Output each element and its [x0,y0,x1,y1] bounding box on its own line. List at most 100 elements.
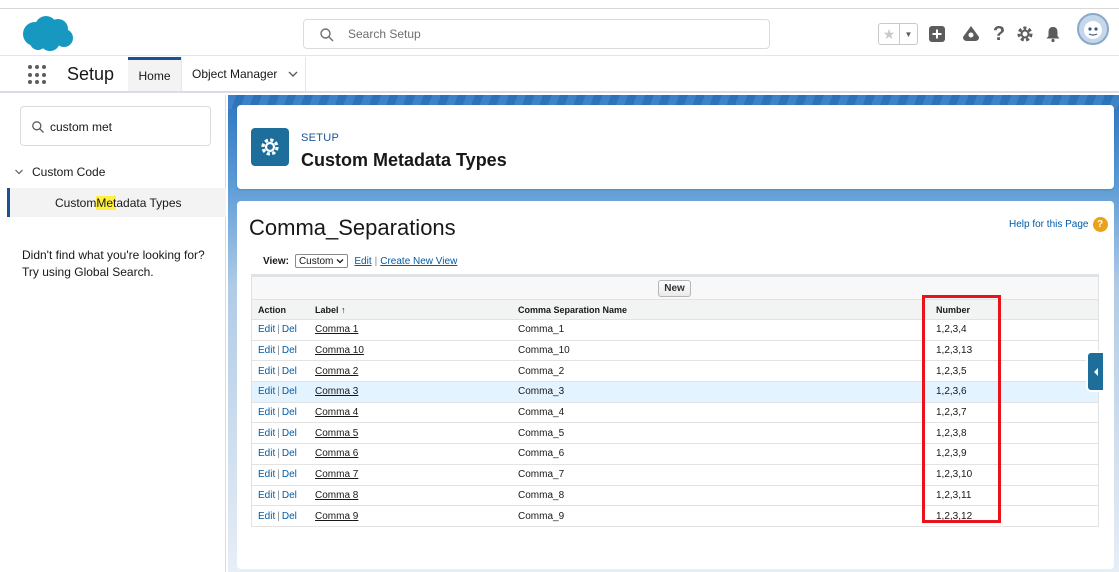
row-name-cell: Comma_6 [512,443,914,465]
bell-icon[interactable] [1042,23,1064,45]
search-icon [32,121,44,133]
record-label-link[interactable]: Comma 2 [315,366,358,377]
record-label-link[interactable]: Comma 9 [315,511,358,522]
delete-row-link[interactable]: Del [282,324,297,335]
global-search-input[interactable]: Search Setup [303,19,770,49]
delete-row-link[interactable]: Del [282,386,297,397]
edit-row-link[interactable]: Edit [258,428,275,439]
edit-row-link[interactable]: Edit [258,324,275,335]
delete-row-link[interactable]: Del [282,490,297,501]
row-label-cell: Comma 9 [309,505,512,527]
gear-icon[interactable] [1014,23,1036,45]
view-label: View: [263,255,289,267]
delete-row-link[interactable]: Del [282,366,297,377]
row-name-cell: Comma_3 [512,381,914,403]
delete-row-link[interactable]: Del [282,407,297,418]
delete-row-link[interactable]: Del [282,448,297,459]
record-label-link[interactable]: Comma 6 [315,448,358,459]
row-name-cell: Comma_5 [512,422,914,445]
favorites-group: ★ ▼ [878,23,918,45]
row-name-cell: Comma_9 [512,505,914,527]
row-label-cell: Comma 6 [309,443,512,465]
action-separator: | [277,489,280,501]
help-link-label: Help for this Page [1009,219,1089,230]
search-icon [320,28,334,42]
delete-row-link[interactable]: Del [282,428,297,439]
record-label-link[interactable]: Comma 4 [315,407,358,418]
view-select-value: Custom [298,255,334,267]
add-icon[interactable] [926,23,948,45]
delete-row-link[interactable]: Del [282,469,297,480]
record-label-link[interactable]: Comma 10 [315,345,364,356]
column-header-action: Action [252,299,309,320]
edit-row-link[interactable]: Edit [258,469,275,480]
row-label-cell: Comma 4 [309,402,512,424]
row-label-cell: Comma 2 [309,360,512,383]
action-separator: | [277,345,280,357]
not-found-line-2: Try using Global Search. [22,265,154,279]
record-label-link[interactable]: Comma 3 [315,386,358,397]
create-new-view-link[interactable]: Create New View [380,256,457,267]
chevron-down-icon[interactable] [287,68,299,80]
edit-row-link[interactable]: Edit [258,511,275,522]
row-actions: Edit | Del [252,340,309,362]
trailhead-icon[interactable] [960,23,982,45]
column-header-name[interactable]: Comma Separation Name [512,299,914,320]
row-name-cell: Comma_7 [512,464,914,486]
link-separator: | [374,255,378,267]
column-header-label[interactable]: Label ↑ [309,299,512,320]
action-separator: | [277,448,280,460]
tree-item-custom-metadata-types[interactable]: Custom Met adata Types [7,188,226,217]
edit-row-link[interactable]: Edit [258,386,275,397]
action-separator: | [277,324,280,336]
edit-row-link[interactable]: Edit [258,345,275,356]
tree-item-label-post: adata Types [116,195,182,210]
help-icon[interactable]: ? [988,23,1010,45]
new-button[interactable]: New [658,280,691,297]
delete-row-link[interactable]: Del [282,511,297,522]
row-actions: Edit | Del [252,464,309,486]
edit-row-link[interactable]: Edit [258,448,275,459]
row-label-cell: Comma 8 [309,485,512,507]
row-name-cell: Comma_2 [512,360,914,383]
edit-row-link[interactable]: Edit [258,407,275,418]
record-label-link[interactable]: Comma 5 [315,428,358,439]
tree-item-custom-code[interactable]: Custom Code [14,165,105,179]
quick-find-input[interactable]: custom met [20,106,211,146]
avatar[interactable] [1077,13,1109,45]
not-found-line-1: Didn't find what you're looking for? [22,248,205,262]
salesforce-logo[interactable] [20,14,74,52]
edit-row-link[interactable]: Edit [258,366,275,377]
row-label-cell: Comma 5 [309,422,512,445]
chevron-left-icon [1093,367,1098,376]
column-header-label-text: Label [315,304,339,315]
collapse-panel-tab[interactable] [1088,353,1103,390]
edit-view-link[interactable]: Edit [354,256,371,267]
list-title: Comma_Separations [249,215,456,240]
caret-down-icon[interactable]: ▼ [900,24,917,44]
record-label-link[interactable]: Comma 7 [315,469,358,480]
tab-object-manager[interactable]: Object Manager [181,57,306,91]
search-placeholder: Search Setup [348,27,421,41]
row-actions: Edit | Del [252,443,309,465]
action-separator: | [277,427,280,439]
row-actions: Edit | Del [252,505,309,527]
row-actions: Edit | Del [252,402,309,424]
page-title: Custom Metadata Types [301,150,507,170]
action-separator: | [277,407,280,419]
row-name-cell: Comma_8 [512,485,914,507]
view-select[interactable]: Custom [294,254,349,268]
row-label-cell: Comma 3 [309,381,512,403]
app-launcher-icon[interactable] [28,65,48,85]
edit-row-link[interactable]: Edit [258,490,275,501]
row-actions: Edit | Del [252,360,309,383]
action-separator: | [277,510,280,522]
record-label-link[interactable]: Comma 1 [315,324,358,335]
record-label-link[interactable]: Comma 8 [315,490,358,501]
row-actions: Edit | Del [252,485,309,507]
star-icon[interactable]: ★ [879,24,900,44]
delete-row-link[interactable]: Del [282,345,297,356]
tab-home[interactable]: Home [128,57,181,91]
top-strip [0,0,1119,9]
help-for-page-link[interactable]: Help for this Page ? [1009,217,1108,232]
